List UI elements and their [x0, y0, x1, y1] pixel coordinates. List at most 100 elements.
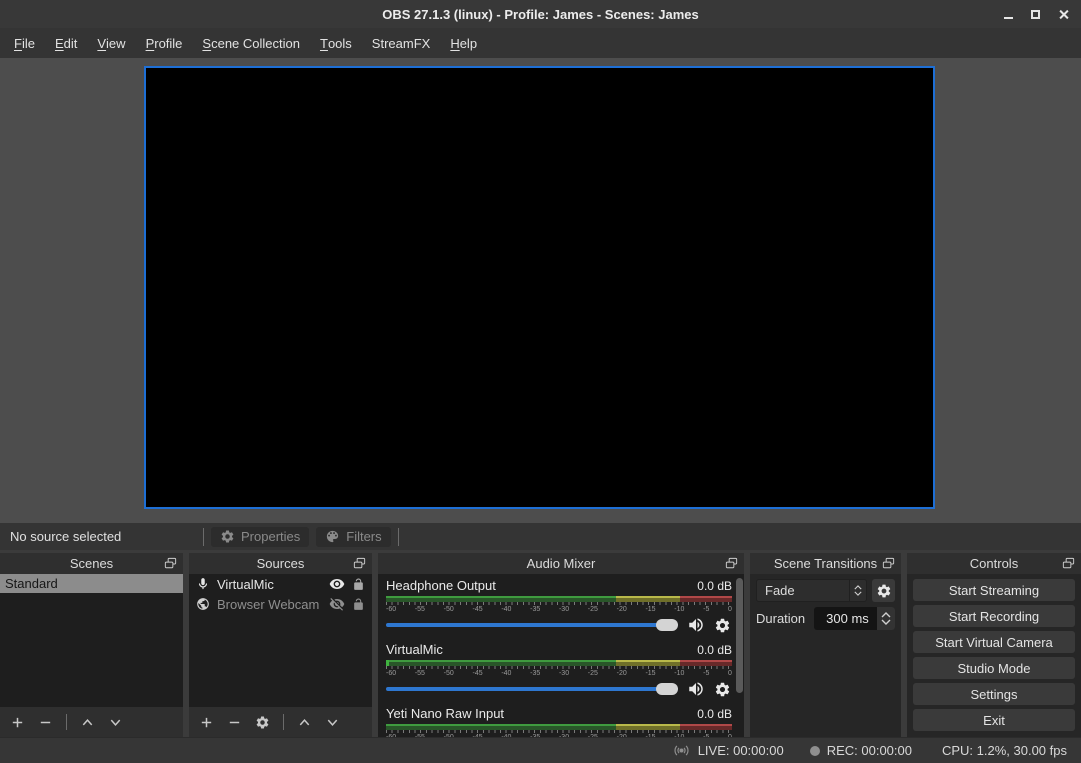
globe-icon	[196, 597, 210, 611]
channel-level: 0.0 dB	[697, 579, 732, 593]
lock-open-icon[interactable]	[352, 578, 365, 591]
eye-slash-icon[interactable]	[329, 596, 345, 612]
minimize-icon[interactable]	[1004, 17, 1013, 19]
scrollbar[interactable]	[736, 578, 743, 693]
select-spinner[interactable]	[849, 580, 866, 601]
scenes-toolbar	[0, 707, 183, 737]
menu-item-tools[interactable]: Tools	[310, 28, 362, 58]
transition-properties-button[interactable]	[872, 579, 895, 602]
rec-time: REC: 00:00:00	[827, 743, 912, 758]
controls-dock: Controls Start Streaming Start Recording…	[907, 553, 1081, 737]
slider-handle[interactable]	[656, 619, 678, 631]
scenes-dock-header[interactable]: Scenes	[0, 553, 183, 574]
start-virtual-camera-button[interactable]: Start Virtual Camera	[913, 631, 1075, 653]
scene-item[interactable]: Standard	[0, 574, 183, 593]
chevron-down-icon[interactable]	[325, 715, 340, 730]
transitions-dock-header[interactable]: Scene Transitions	[750, 553, 901, 574]
dock-row: Scenes Standard Sources	[0, 550, 1081, 737]
channel-name: Headphone Output	[386, 578, 496, 593]
close-icon[interactable]	[1058, 9, 1069, 20]
sources-list: VirtualMic Browser Webcam	[189, 574, 372, 707]
scenes-dock: Scenes Standard	[0, 553, 183, 737]
channel-name: Yeti Nano Raw Input	[386, 706, 504, 721]
minus-icon[interactable]	[38, 715, 53, 730]
studio-mode-button[interactable]: Studio Mode	[913, 657, 1075, 679]
minus-icon[interactable]	[227, 715, 242, 730]
channel-level: 0.0 dB	[697, 643, 732, 657]
menu-item-profile[interactable]: Profile	[136, 28, 193, 58]
menu-item-streamfx[interactable]: StreamFX	[362, 28, 441, 58]
gear-icon[interactable]	[714, 681, 731, 698]
controls-body: Start Streaming Start Recording Start Vi…	[907, 574, 1081, 737]
volume-slider[interactable]	[386, 687, 678, 691]
maximize-icon[interactable]	[1031, 10, 1040, 19]
speaker-icon[interactable]	[687, 680, 705, 698]
exit-button[interactable]: Exit	[913, 709, 1075, 731]
start-streaming-button[interactable]: Start Streaming	[913, 579, 1075, 601]
spinbox-arrows[interactable]	[877, 607, 895, 630]
chevron-down-icon	[881, 619, 891, 625]
mixer-dock-header[interactable]: Audio Mixer	[378, 553, 744, 574]
properties-button[interactable]: Properties	[211, 527, 309, 547]
volume-meter	[386, 660, 732, 666]
record-dot-icon	[810, 746, 820, 756]
slider-handle[interactable]	[656, 683, 678, 695]
source-item[interactable]: Browser Webcam	[189, 594, 372, 614]
lock-open-icon[interactable]	[352, 598, 365, 611]
speaker-icon[interactable]	[687, 616, 705, 634]
channel-level: 0.0 dB	[697, 707, 732, 721]
menu-item-help[interactable]: Help	[440, 28, 487, 58]
popout-icon[interactable]	[881, 556, 896, 571]
plus-icon[interactable]	[199, 715, 214, 730]
microphone-icon	[196, 577, 210, 591]
source-item[interactable]: VirtualMic	[189, 574, 372, 594]
mixer-body: Headphone Output 0.0 dB -60-55-50-45-40-3…	[378, 574, 744, 737]
volume-meter	[386, 724, 732, 730]
sources-dock-header[interactable]: Sources	[189, 553, 372, 574]
menu-item-edit[interactable]: Edit	[45, 28, 87, 58]
menu-bar: File Edit View Profile Scene Collection …	[0, 28, 1081, 58]
menu-item-view[interactable]: View	[87, 28, 135, 58]
preview-area	[0, 58, 1081, 523]
settings-button[interactable]: Settings	[913, 683, 1075, 705]
meter-scale: -60-55-50-45-40-35-30-25-20-15-10-50	[386, 733, 732, 737]
start-recording-button[interactable]: Start Recording	[913, 605, 1075, 627]
menu-item-scene-collection[interactable]: Scene Collection	[192, 28, 310, 58]
separator	[398, 528, 399, 546]
broadcast-icon	[672, 741, 691, 760]
controls-dock-header[interactable]: Controls	[907, 553, 1081, 574]
mixer-channel-headphone: Headphone Output0.0 dB -60-55-50-45-40-3…	[386, 577, 732, 635]
gear-icon[interactable]	[714, 617, 731, 634]
scenes-list: Standard	[0, 574, 183, 707]
separator	[66, 714, 67, 730]
audio-mixer-dock: Audio Mixer Headphone Output 0.0 dB -60-5…	[378, 553, 744, 737]
filters-button[interactable]: Filters	[316, 527, 390, 547]
chevron-up-icon[interactable]	[80, 715, 95, 730]
preview-canvas[interactable]	[144, 66, 935, 509]
obs-window: OBS 27.1.3 (linux) - Profile: James - Sc…	[0, 0, 1081, 763]
channel-name: VirtualMic	[386, 642, 443, 657]
title-bar[interactable]: OBS 27.1.3 (linux) - Profile: James - Sc…	[0, 0, 1081, 28]
chevron-up-icon	[881, 612, 891, 618]
duration-label: Duration	[756, 611, 805, 626]
chevron-down-icon[interactable]	[108, 715, 123, 730]
popout-icon[interactable]	[352, 556, 367, 571]
popout-icon[interactable]	[724, 556, 739, 571]
gear-icon[interactable]	[255, 715, 270, 730]
sources-toolbar	[189, 707, 372, 737]
volume-slider[interactable]	[386, 623, 678, 627]
separator	[203, 528, 204, 546]
duration-spinbox[interactable]: 300 ms	[814, 607, 895, 630]
window-title: OBS 27.1.3 (linux) - Profile: James - Sc…	[382, 7, 698, 22]
eye-icon[interactable]	[329, 576, 345, 592]
plus-icon[interactable]	[10, 715, 25, 730]
meter-peak	[386, 660, 389, 666]
mixer-channel-virtualmic: VirtualMic0.0 dB -60-55-50-45-40-35-30-2…	[386, 641, 732, 699]
popout-icon[interactable]	[163, 556, 178, 571]
transitions-body: Fade Duration 300 ms	[750, 574, 901, 737]
menu-item-file[interactable]: File	[4, 28, 45, 58]
transition-select[interactable]: Fade	[756, 579, 867, 602]
source-toolbar: No source selected Properties Filters	[0, 523, 1081, 550]
popout-icon[interactable]	[1061, 556, 1076, 571]
chevron-up-icon[interactable]	[297, 715, 312, 730]
